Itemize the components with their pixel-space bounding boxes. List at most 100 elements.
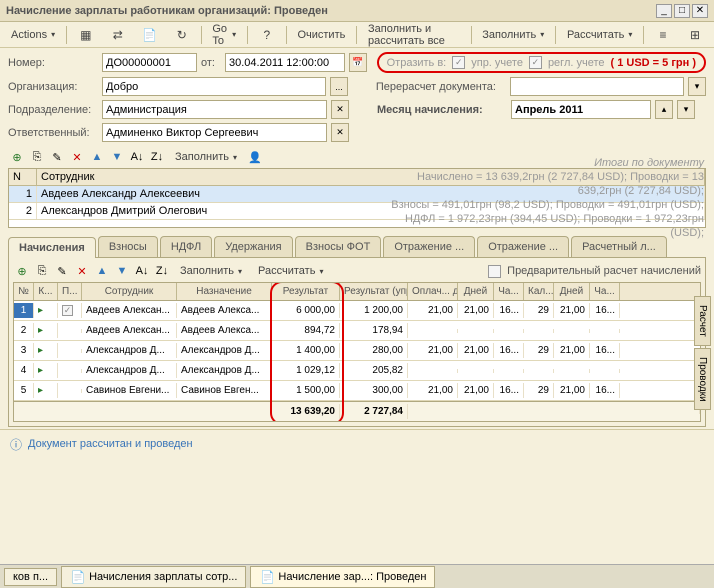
document-totals: Итоги по документу Начислено = 13 639,2г…: [384, 156, 704, 240]
recalc-input[interactable]: [510, 77, 684, 96]
grid-delete-icon[interactable]: ✕: [73, 262, 91, 280]
delete-icon[interactable]: ✕: [68, 148, 86, 166]
mgmt-label: упр. учете: [471, 57, 523, 69]
minimize-button[interactable]: _: [656, 4, 672, 18]
list-icon: ≡: [655, 27, 671, 43]
rate-label: ( 1 USD = 5 грн ): [611, 57, 697, 69]
date-input[interactable]: 30.04.2011 12:00:00: [225, 53, 345, 72]
up-icon[interactable]: ▲: [88, 148, 106, 166]
grid-toolbar: ⊕ ⎘ ✎ ✕ ▲ ▼ A↓ Z↓ Заполнить Рассчитать П…: [13, 262, 701, 280]
prelim-label: Предварительный расчет начислений: [507, 265, 701, 277]
prelim-checkbox[interactable]: [488, 265, 501, 278]
month-down-button[interactable]: ▾: [677, 100, 695, 119]
grid-panel: ⊕ ⎘ ✎ ✕ ▲ ▼ A↓ Z↓ Заполнить Рассчитать П…: [8, 258, 706, 427]
grid-row[interactable]: 5▸Савинов Евгени...Савинов Евген...1 500…: [14, 381, 700, 401]
date-picker-button[interactable]: 📅: [349, 53, 367, 72]
close-button[interactable]: ✕: [692, 4, 708, 18]
info-icon: ⓘ: [8, 436, 24, 452]
resp-clear-button[interactable]: ✕: [331, 123, 349, 142]
accruals-grid: № К... П... Сотрудник Назначение Результ…: [13, 282, 701, 422]
sort-desc-icon[interactable]: Z↓: [148, 148, 166, 166]
org-label: Организация:: [8, 81, 98, 93]
toolbar-icon-4[interactable]: ↻: [167, 24, 197, 46]
dept-label: Подразделение:: [8, 104, 98, 116]
grid-fill-menu[interactable]: Заполнить: [173, 262, 249, 280]
month-up-button[interactable]: ▴: [655, 100, 673, 119]
number-label: Номер:: [8, 57, 98, 69]
grid-sort-desc-icon[interactable]: Z↓: [153, 262, 171, 280]
toolbar-icon-3[interactable]: 📄: [135, 24, 165, 46]
help-button[interactable]: ?: [252, 24, 282, 46]
reg-checkbox[interactable]: ✓: [529, 56, 542, 69]
toolbar-icon-2[interactable]: ⇄: [103, 24, 133, 46]
goto-menu[interactable]: Go To: [205, 20, 243, 50]
window-title: Начисление зарплаты работникам организац…: [6, 5, 654, 17]
grid-row[interactable]: 1▸✓Авдеев Алексан...Авдеев Алекса...6 00…: [14, 301, 700, 321]
help-icon: ?: [259, 27, 275, 43]
sort-asc-icon[interactable]: A↓: [128, 148, 146, 166]
titlebar: Начисление зарплаты работникам организац…: [0, 0, 714, 22]
grid-sort-asc-icon[interactable]: A↓: [133, 262, 151, 280]
grid-down-icon[interactable]: ▼: [113, 262, 131, 280]
clear-button[interactable]: Очистить: [290, 26, 352, 44]
refresh-icon: ↻: [174, 27, 190, 43]
reflect-panel: Отразить в: ✓ упр. учете ✓ регл. учете (…: [377, 52, 706, 73]
toolbar-icon-1[interactable]: ▦: [71, 24, 101, 46]
grid-copy-icon[interactable]: ⎘: [33, 262, 51, 280]
grid-icon: ▦: [78, 27, 94, 43]
main-toolbar: Actions ▦ ⇄ 📄 ↻ Go To ? Очистить Заполни…: [0, 22, 714, 48]
reflect-label: Отразить в:: [387, 57, 447, 69]
maximize-button[interactable]: □: [674, 4, 690, 18]
mgmt-checkbox[interactable]: ✓: [452, 56, 465, 69]
taskbar-btn-3[interactable]: 📄Начисление зар...: Проведен: [250, 566, 435, 588]
grid-calc-menu[interactable]: Рассчитать: [251, 262, 330, 280]
tab-contributions[interactable]: Взносы: [98, 236, 158, 257]
footer-status: ⓘ Документ рассчитан и проведен: [0, 429, 714, 458]
emp-fill-menu[interactable]: Заполнить: [168, 148, 244, 166]
add-icon[interactable]: ⊕: [8, 148, 26, 166]
tab-accruals[interactable]: Начисления: [8, 237, 96, 258]
tab-deductions[interactable]: Удержания: [214, 236, 292, 257]
dept-clear-button[interactable]: ✕: [331, 100, 349, 119]
doc-icon: 📄: [70, 569, 86, 585]
side-tab-post[interactable]: Проводки: [694, 348, 711, 411]
reg-label: регл. учете: [548, 57, 605, 69]
taskbar-btn-1[interactable]: ков п...: [4, 568, 57, 586]
resp-input[interactable]: Админенко Виктор Сергеевич: [102, 123, 327, 142]
month-input[interactable]: Апрель 2011: [511, 100, 651, 119]
recalc-select-button[interactable]: ▾: [688, 77, 706, 96]
arrows-icon: ⇄: [110, 27, 126, 43]
grid-row[interactable]: 4▸Александров Д...Александров Д...1 029,…: [14, 361, 700, 381]
copy-icon[interactable]: ⎘: [28, 148, 46, 166]
side-tabs: Расчет Проводки: [694, 296, 714, 412]
doc-icon: 📄: [259, 569, 275, 585]
grid-edit-icon[interactable]: ✎: [53, 262, 71, 280]
calc-menu[interactable]: Рассчитать: [560, 26, 639, 44]
grid-totals-row: 13 639,20 2 727,84: [14, 401, 700, 421]
tab-ndfl[interactable]: НДФЛ: [160, 236, 212, 257]
emp-col-n: N: [9, 169, 37, 185]
grid-header: № К... П... Сотрудник Назначение Результ…: [14, 283, 700, 301]
month-label: Месяц начисления:: [377, 104, 507, 116]
dept-input[interactable]: Администрация: [102, 100, 327, 119]
down-icon[interactable]: ▼: [108, 148, 126, 166]
org-input[interactable]: Добро: [102, 77, 326, 96]
fill-menu[interactable]: Заполнить: [475, 26, 551, 44]
grid-up-icon[interactable]: ▲: [93, 262, 111, 280]
actions-menu[interactable]: Actions: [4, 26, 62, 44]
taskbar-btn-2[interactable]: 📄Начисления зарплаты сотр...: [61, 566, 246, 588]
toolbar-icon-6[interactable]: ⊞: [680, 24, 710, 46]
grid-row[interactable]: 2▸Авдеев Алексан...Авдеев Алекса...894,7…: [14, 321, 700, 341]
toolbar-icon-5[interactable]: ≡: [648, 24, 678, 46]
resp-label: Ответственный:: [8, 127, 98, 139]
doc-icon: 📄: [142, 27, 158, 43]
edit-icon[interactable]: ✎: [48, 148, 66, 166]
org-select-button[interactable]: ...: [330, 77, 348, 96]
fill-calc-button[interactable]: Заполнить и рассчитать все: [361, 20, 467, 50]
tab-fot[interactable]: Взносы ФОТ: [295, 236, 382, 257]
grid-add-icon[interactable]: ⊕: [13, 262, 31, 280]
side-tab-calc[interactable]: Расчет: [694, 296, 711, 346]
number-input[interactable]: ДО00000001: [102, 53, 197, 72]
grid-row[interactable]: 3▸Александров Д...Александров Д...1 400,…: [14, 341, 700, 361]
user-icon[interactable]: 👤: [246, 148, 264, 166]
